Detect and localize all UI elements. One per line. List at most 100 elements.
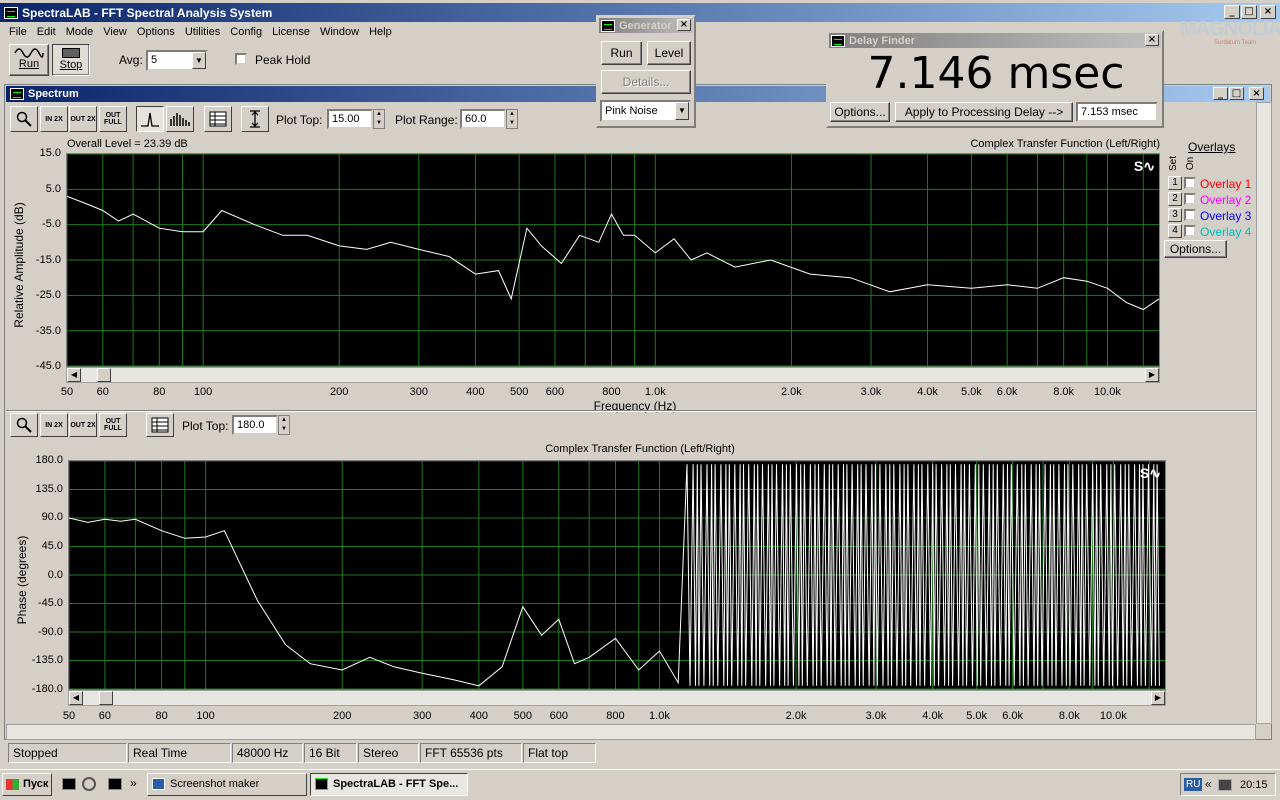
overlay-checkbox[interactable]	[1184, 209, 1196, 224]
phase-zoom-out-button[interactable]: OUT 2X	[69, 413, 97, 437]
plot-top-spinner[interactable]: ▲ ▼	[373, 109, 385, 129]
x-tick-label: 100	[196, 710, 215, 722]
phase-scroll-right-icon[interactable]: ▶	[1151, 691, 1165, 705]
overlay-label: Overlay 3	[1200, 209, 1252, 223]
taskbar-item-screenshot-maker[interactable]: Screenshot maker	[147, 773, 307, 796]
maximize-button[interactable]: □	[1241, 5, 1257, 19]
y-tick-label: -90.0	[37, 625, 63, 638]
quicklaunch-spectralab2-icon[interactable]	[108, 778, 122, 790]
apply-processing-delay-button[interactable]: Apply to Processing Delay -->	[895, 102, 1073, 122]
taskbar-item-spectralab[interactable]: SpectraLAB - FFT Spe...	[310, 773, 468, 796]
spectrum-minimize-button[interactable]: _	[1213, 87, 1228, 100]
phase-scrollbar[interactable]: ◀ ▶	[68, 690, 1166, 706]
plot-range-spinner[interactable]: ▲ ▼	[506, 109, 518, 129]
menu-mode[interactable]: Mode	[61, 23, 99, 41]
y-tick-label: -5.0	[42, 218, 61, 230]
phase-zoom-full-button[interactable]: OUT FULL	[99, 413, 127, 437]
overlay-label: Overlay 4	[1200, 225, 1252, 239]
scroll-right-icon[interactable]: ▶	[1145, 368, 1159, 382]
overlay-set-button[interactable]: 4	[1168, 224, 1182, 238]
peak-hold-checkbox[interactable]	[235, 53, 247, 68]
amplitude-plot[interactable]: S∿	[66, 153, 1160, 367]
zoom-in-button[interactable]: IN 2X	[40, 106, 68, 132]
x-tick-label: 8.0k	[1058, 710, 1080, 722]
menu-edit[interactable]: Edit	[32, 23, 61, 41]
quicklaunch-spectralab-icon[interactable]	[62, 778, 76, 790]
delay-result-value: 7.153 msec	[1081, 106, 1138, 118]
overlay-checkbox[interactable]	[1184, 177, 1196, 192]
x-tick-label: 400	[466, 386, 485, 398]
overlay-checkbox[interactable]	[1184, 225, 1196, 240]
menu-window[interactable]: Window	[315, 23, 364, 41]
taskbar-item-1-label: Screenshot maker	[170, 778, 260, 790]
overlays-on-label: On	[1185, 156, 1197, 171]
close-button[interactable]: ×	[1260, 5, 1276, 19]
status-channels: Stereo	[358, 743, 419, 763]
overlay-set-button[interactable]: 3	[1168, 208, 1182, 222]
spectralab-app-icon[interactable]	[4, 6, 18, 19]
generator-level-button[interactable]: Level	[647, 41, 691, 65]
phase-zoom-in-button[interactable]: IN 2X	[40, 413, 68, 437]
phase-plot-top-input[interactable]: 180.0	[232, 415, 278, 435]
autoscale-icon[interactable]	[241, 106, 269, 132]
amplitude-scrollbar[interactable]: ◀ ▶	[66, 367, 1160, 383]
run-button[interactable]: Run	[9, 44, 49, 76]
phase-plot-top-spinner[interactable]: ▲ ▼	[278, 415, 290, 435]
generator-run-button[interactable]: Run	[601, 41, 642, 65]
overlay-set-button[interactable]: 2	[1168, 192, 1182, 206]
minimize-button[interactable]: _	[1224, 5, 1240, 19]
magnify-icon[interactable]	[10, 106, 38, 132]
scroll-thumb[interactable]	[97, 368, 111, 382]
window-horizontal-scrollbar[interactable]	[6, 724, 1256, 740]
menu-license[interactable]: License	[267, 23, 315, 41]
language-indicator[interactable]: RU	[1184, 778, 1203, 791]
menu-file[interactable]: File	[4, 23, 32, 41]
menu-help[interactable]: Help	[364, 23, 397, 41]
generator-chevron-down-icon[interactable]: ▼	[675, 102, 689, 120]
quicklaunch-tool-icon[interactable]	[82, 777, 96, 791]
menu-utilities[interactable]: Utilities	[180, 23, 225, 41]
x-tick-label: 300	[412, 710, 432, 722]
avg-select[interactable]: 5 ▼	[146, 50, 208, 71]
spectrum-window-icon[interactable]	[10, 88, 24, 100]
phase-plot[interactable]: S∿	[68, 460, 1166, 690]
window-vertical-scrollbar[interactable]	[1256, 102, 1272, 724]
chevron-down-icon[interactable]: ▼	[192, 52, 206, 69]
tray-app-icon[interactable]	[1218, 779, 1232, 791]
zoom-full-button[interactable]: OUT FULL	[99, 106, 127, 132]
x-tick-label: 200	[330, 386, 349, 398]
generator-details-button[interactable]: Details...	[601, 70, 691, 94]
overlay-set-button[interactable]: 1	[1168, 176, 1182, 190]
scroll-left-icon[interactable]: ◀	[67, 368, 81, 382]
delay-result-field[interactable]: 7.153 msec	[1076, 102, 1158, 122]
stop-button[interactable]: Stop	[52, 44, 90, 76]
spectrum-maximize-button[interactable]: □	[1229, 87, 1244, 100]
plot-range-input[interactable]: 60.0	[460, 109, 506, 129]
bar-view-icon[interactable]	[166, 106, 194, 132]
overlays-options-button[interactable]: Options...	[1164, 240, 1227, 258]
spectralab-task-icon	[315, 778, 328, 790]
phase-magnify-icon[interactable]	[10, 413, 38, 437]
phase-table-view-icon[interactable]	[146, 413, 174, 437]
phase-scroll-left-icon[interactable]: ◀	[69, 691, 83, 705]
overlay-checkbox[interactable]	[1184, 193, 1196, 208]
delay-finder-close-button[interactable]: ×	[1145, 34, 1159, 46]
menu-bar: File Edit Mode View Options Utilities Config Li…	[4, 23, 397, 41]
screenshot-maker-icon	[152, 778, 165, 790]
spectrum-close-button[interactable]: ×	[1249, 87, 1264, 100]
menu-options[interactable]: Options	[132, 23, 180, 41]
delay-options-button[interactable]: Options...	[830, 102, 890, 122]
quicklaunch-arrows-icon[interactable]: »	[130, 776, 137, 790]
line-view-icon[interactable]	[136, 106, 164, 132]
start-button[interactable]: Пуск	[2, 773, 52, 796]
menu-view[interactable]: View	[98, 23, 132, 41]
phase-scroll-thumb[interactable]	[99, 691, 113, 705]
generator-close-button[interactable]: ×	[677, 19, 691, 31]
tray-expand-icon[interactable]: «	[1205, 777, 1212, 791]
plot-top-input[interactable]: 15.00	[327, 109, 373, 129]
y-tick-label: -180.0	[31, 683, 63, 695]
zoom-out-button[interactable]: OUT 2X	[69, 106, 97, 132]
generator-signal-select[interactable]: Pink Noise ▼	[600, 100, 691, 122]
table-view-icon[interactable]	[204, 106, 232, 132]
menu-config[interactable]: Config	[225, 23, 267, 41]
